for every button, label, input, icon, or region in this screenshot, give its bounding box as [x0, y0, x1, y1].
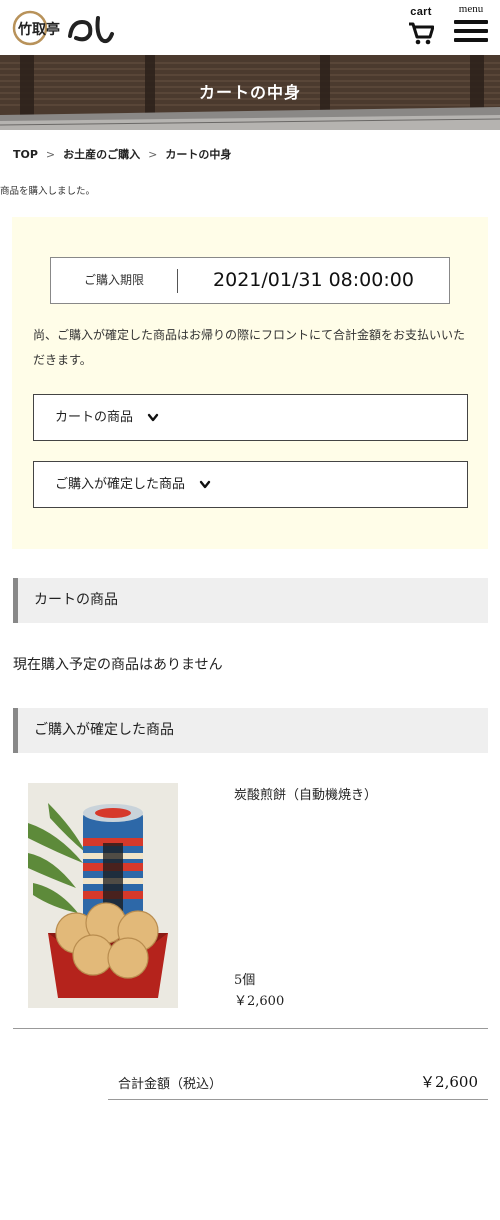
cart-button[interactable]: cart [404, 6, 438, 48]
breadcrumb-separator: > [148, 148, 158, 161]
purchase-info-panel: ご購入期限 2021/01/31 08:00:00 尚、ご購入が確定した商品はお… [12, 217, 488, 549]
payment-note: 尚、ご購入が確定した商品はお帰りの際にフロントにて合計金額をお支払いいただきます… [33, 328, 466, 367]
menu-button[interactable]: menu [452, 4, 490, 48]
divider [13, 1028, 488, 1029]
deadline-box: ご購入期限 2021/01/31 08:00:00 [50, 257, 450, 304]
breadcrumb-current: カートの中身 [165, 148, 232, 161]
confirmed-items-toggle-label: ご購入が確定した商品 [55, 477, 186, 492]
breadcrumb: TOP > お土産のご購入 > カートの中身 [13, 146, 231, 162]
product-image [28, 783, 178, 1008]
cart-section-header: カートの商品 [13, 578, 488, 623]
total-value: ￥2,600 [420, 1073, 478, 1091]
hamburger-icon [452, 20, 490, 42]
product-price: ￥2,600 [234, 994, 285, 1009]
cart-icon [409, 22, 435, 45]
total-label: 合計金額（税込） [118, 1077, 223, 1092]
site-header: 竹取亭 cart menu [0, 0, 500, 55]
chevron-down-icon [199, 480, 211, 488]
confirmed-section-header: ご購入が確定した商品 [13, 708, 488, 753]
svg-text:竹取亭: 竹取亭 [17, 21, 60, 38]
cart-items-toggle-label: カートの商品 [55, 410, 134, 425]
breadcrumb-souvenir-link[interactable]: お土産のご購入 [63, 148, 140, 161]
product-quantity: 5個 [234, 973, 256, 988]
confirmed-items-toggle[interactable]: ご購入が確定した商品 [33, 461, 468, 508]
deadline-value: 2021/01/31 08:00:00 [213, 269, 414, 291]
cart-empty-message: 現在購入予定の商品はありません [13, 657, 223, 673]
deadline-label: ご購入期限 [83, 273, 144, 287]
cart-label: cart [410, 6, 432, 18]
hero-banner: カートの中身 [0, 55, 500, 130]
divider [108, 1099, 488, 1100]
purchase-notice: 商品を購入しました。 [0, 186, 96, 197]
breadcrumb-top-link[interactable]: TOP [13, 148, 38, 161]
product-name: 炭酸煎餅（自動機焼き） [234, 788, 378, 803]
cart-items-toggle[interactable]: カートの商品 [33, 394, 468, 441]
menu-label: menu [458, 3, 484, 15]
page-title: カートの中身 [198, 83, 301, 102]
breadcrumb-separator: > [45, 148, 56, 161]
chevron-down-icon [147, 413, 159, 421]
site-logo[interactable]: 竹取亭 [12, 8, 122, 48]
